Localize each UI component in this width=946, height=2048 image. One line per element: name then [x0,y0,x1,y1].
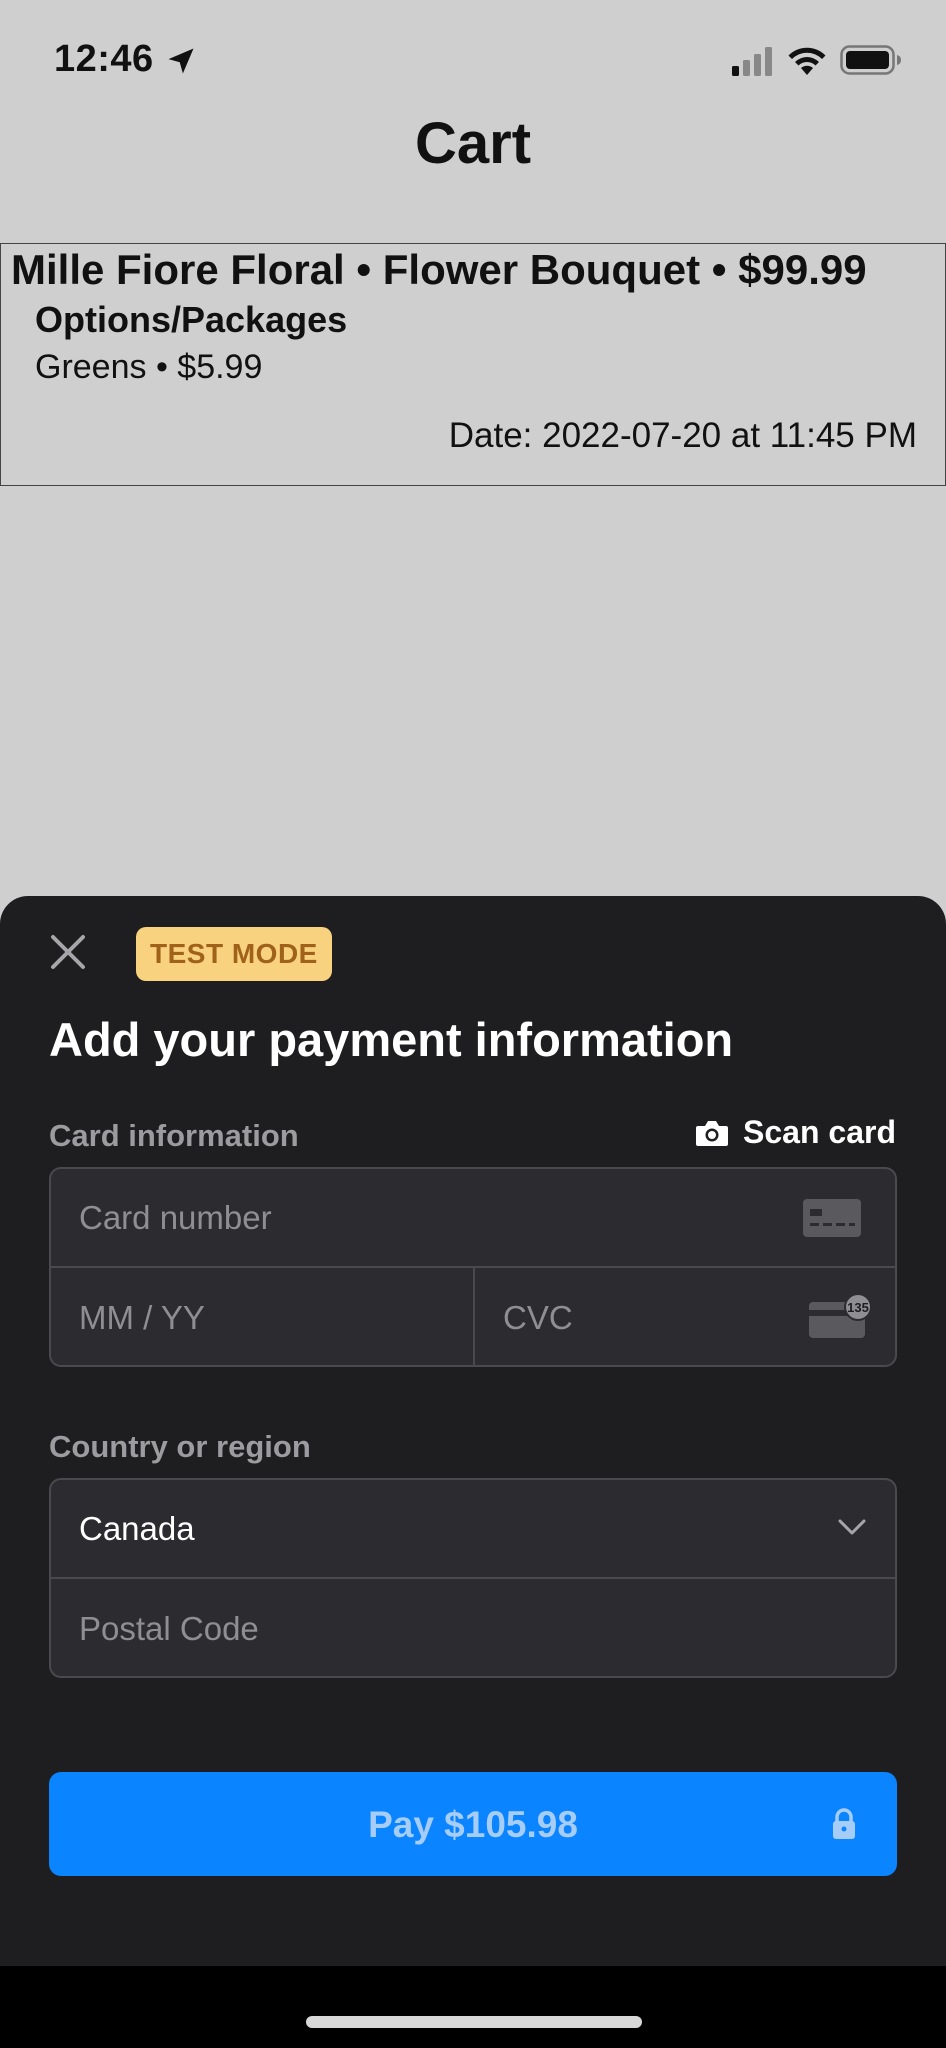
cart-item-heading: Mille Fiore Floral • Flower Bouquet • $9… [11,246,867,293]
battery-icon [840,45,901,75]
scan-card-label: Scan card [743,1114,896,1150]
expiry-field[interactable]: MM / YY [51,1268,475,1365]
status-bar: 12:46 [0,0,946,120]
option-item: Greens • $5.99 [35,348,263,386]
card-information-group: Card number MM / YY CVC 135 [49,1167,897,1367]
expiry-placeholder: MM / YY [79,1299,205,1336]
camera-icon [696,1120,729,1146]
card-number-field[interactable]: Card number [51,1169,895,1268]
payment-sheet: TEST MODE Add your payment information C… [0,896,946,1966]
country-value: Canada [79,1510,195,1547]
cart-item[interactable]: Mille Fiore Floral • Flower Bouquet • $9… [0,243,946,486]
cvc-icon-text: 135 [847,1300,869,1315]
close-icon[interactable] [48,932,88,972]
postal-code-placeholder: Postal Code [79,1610,259,1647]
location-arrow-icon [168,48,194,74]
lock-icon [833,1808,855,1839]
cvc-icon: 135 [809,1293,872,1338]
bottom-bar [0,1966,946,2048]
status-time: 12:46 [54,38,154,80]
test-mode-badge: TEST MODE [136,927,332,981]
country-select[interactable]: Canada [51,1480,895,1579]
wifi-icon [788,47,826,75]
pay-button[interactable]: Pay $105.98 [49,1772,897,1876]
options-packages-label: Options/Packages [35,299,348,340]
page-title: Cart [414,111,532,176]
scan-card-button[interactable]: Scan card [695,1114,896,1151]
cart-item-date: Date: 2022-07-20 at 11:45 PM [448,416,917,455]
home-indicator[interactable] [306,2016,642,2028]
card-information-label: Card information [49,1118,299,1153]
chevron-down-icon [838,1519,866,1535]
country-region-label: Country or region [49,1429,311,1464]
postal-code-field[interactable]: Postal Code [51,1579,895,1676]
card-number-placeholder: Card number [79,1199,272,1236]
cvc-field[interactable]: CVC 135 [475,1268,895,1365]
cellular-signal-icon [732,47,772,76]
pay-button-label: Pay $105.98 [368,1804,578,1845]
sheet-title: Add your payment information [49,1013,734,1066]
cvc-placeholder: CVC [503,1299,573,1336]
address-group: Canada Postal Code [49,1478,897,1678]
card-brand-icon [803,1199,861,1237]
